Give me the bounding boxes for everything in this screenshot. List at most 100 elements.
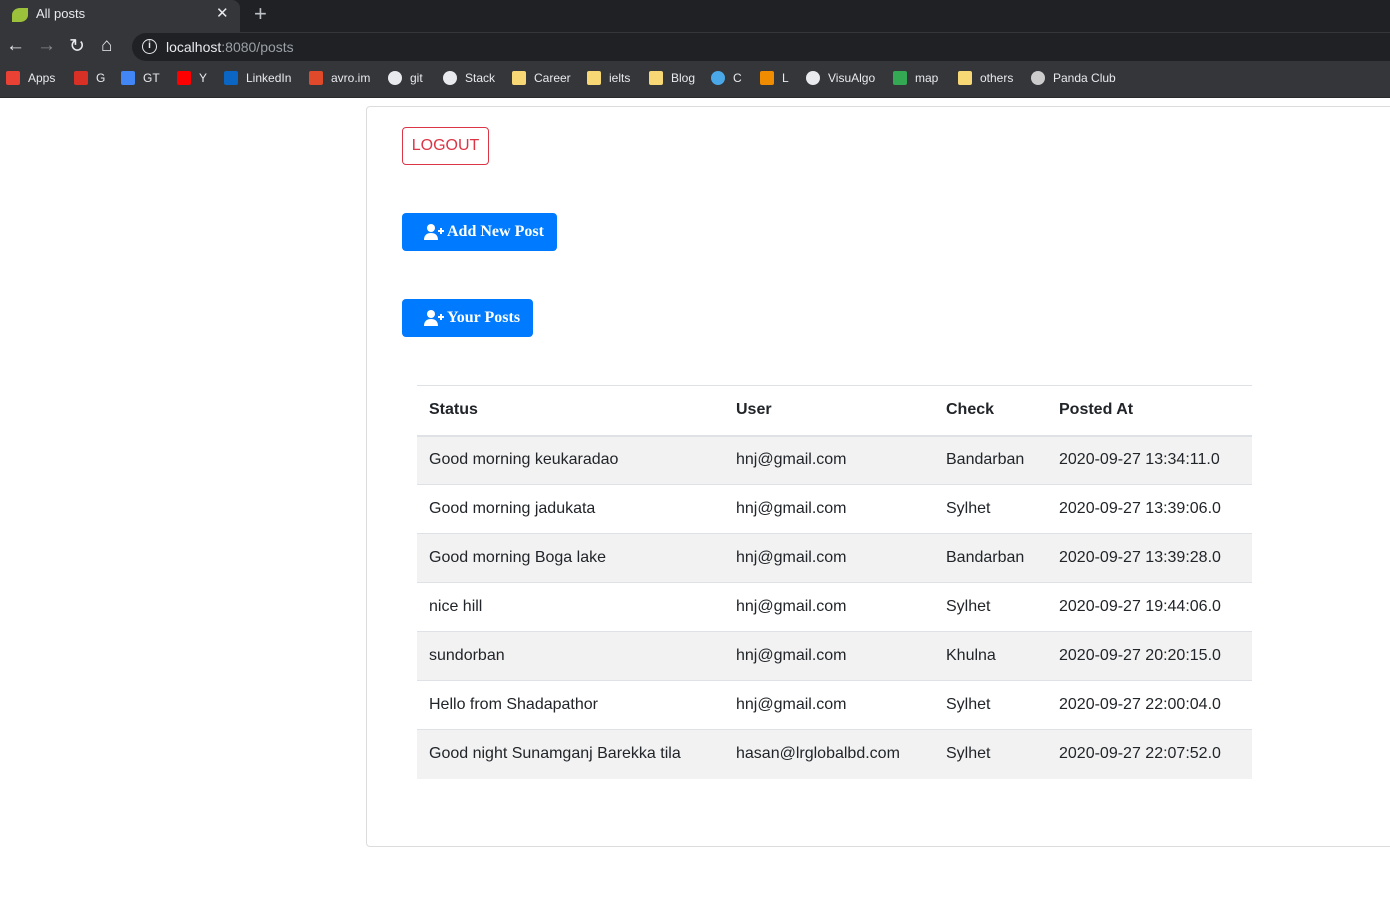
- tab-title: All posts: [36, 6, 86, 21]
- bookmark-label: C: [733, 71, 742, 85]
- cell-user: hasan@lrglobalbd.com: [724, 729, 934, 779]
- url-path: :8080/posts: [221, 39, 294, 55]
- url-host: localhost: [166, 39, 222, 55]
- bookmark-apps[interactable]: Apps: [6, 71, 55, 85]
- cell-user: hnj@gmail.com: [724, 533, 934, 583]
- bookmark-label: Panda Club: [1053, 71, 1116, 85]
- table-row: Good morning keukaradao hnj@gmail.com Band…: [417, 435, 1252, 485]
- cell-status: Good night Sunamganj Barekka tila: [417, 729, 724, 779]
- address-bar[interactable]: i localhost:8080/posts: [132, 33, 1390, 61]
- bookmark-visualgo[interactable]: VisuAlgo: [806, 71, 875, 85]
- bookmark-avro-im[interactable]: avro.im: [309, 71, 370, 85]
- bookmark-gt[interactable]: GT: [121, 71, 160, 85]
- new-tab-icon[interactable]: +: [254, 1, 267, 27]
- bookmark-linkedin[interactable]: LinkedIn: [224, 71, 291, 85]
- cell-check: Bandarban: [934, 435, 1047, 485]
- forward-icon[interactable]: →: [37, 35, 56, 57]
- bookmark-blog[interactable]: Blog: [649, 71, 695, 85]
- add-new-post-label: Add New Post: [447, 223, 544, 240]
- logout-button[interactable]: LOGOUT: [402, 127, 489, 165]
- browser-toolbar: ← → ↻ ⌂ i localhost:8080/posts: [0, 32, 1390, 62]
- gmail-icon: [74, 71, 88, 85]
- avro-icon: [309, 71, 323, 85]
- your-posts-label: Your Posts: [447, 309, 521, 326]
- bookmark-label: avro.im: [331, 71, 371, 85]
- folder-icon: [512, 71, 526, 85]
- bookmark-label: git: [410, 71, 423, 85]
- folder-icon: [649, 71, 663, 85]
- bookmark-map[interactable]: map: [893, 71, 938, 85]
- bookmarks-bar: Apps G GT Y LinkedIn avro.im git Stack Career iel…: [0, 62, 1390, 98]
- cell-status: Good morning Boga lake: [417, 533, 724, 583]
- bookmark-label: LinkedIn: [246, 71, 292, 85]
- table-row: Good morning jadukata hnj@gmail.com Sylhet…: [417, 484, 1252, 534]
- cell-user: hnj@gmail.com: [724, 484, 934, 534]
- cell-user: hnj@gmail.com: [724, 435, 934, 485]
- header-posted-at: Posted At: [1047, 385, 1252, 437]
- table-row: Good morning Boga lake hnj@gmail.com Banda…: [417, 533, 1252, 583]
- bookmark-y[interactable]: Y: [177, 71, 207, 85]
- user-plus-icon: [424, 310, 444, 326]
- table-row: sundorban hnj@gmail.com Khulna 2020-09-27 2…: [417, 631, 1252, 681]
- maps-pin-icon: [893, 71, 907, 85]
- cell-status: Good morning keukaradao: [417, 435, 724, 485]
- header-check: Check: [934, 385, 1047, 437]
- cell-posted-at: 2020-09-27 13:39:06.0: [1047, 484, 1252, 534]
- table-row: Hello from Shadapathor hnj@gmail.com Sylhe…: [417, 680, 1252, 730]
- globe-icon: [806, 71, 820, 85]
- info-icon[interactable]: i: [142, 39, 157, 54]
- tab-all-posts[interactable]: All posts ✕: [0, 0, 240, 32]
- header-user: User: [724, 385, 934, 437]
- cell-check: Sylhet: [934, 484, 1047, 534]
- home-icon[interactable]: ⌂: [101, 35, 112, 57]
- bookmark-c[interactable]: C: [711, 71, 742, 85]
- bookmark-label: Career: [534, 71, 571, 85]
- bookmark-label: Y: [199, 71, 208, 85]
- reload-icon[interactable]: ↻: [69, 35, 85, 58]
- cell-posted-at: 2020-09-27 22:00:04.0: [1047, 680, 1252, 730]
- close-tab-icon[interactable]: ✕: [216, 4, 229, 22]
- linkedin-icon: [224, 71, 238, 85]
- apps-grid-icon: [6, 71, 20, 85]
- bookmark-stack[interactable]: Stack: [443, 71, 495, 85]
- panda-icon: [1031, 71, 1045, 85]
- add-new-post-button[interactable]: Add New Post: [402, 213, 557, 251]
- back-icon[interactable]: ←: [6, 35, 25, 57]
- cell-status: Hello from Shadapathor: [417, 680, 724, 730]
- bookmark-ielts[interactable]: ielts: [587, 71, 630, 85]
- bookmark-label: Stack: [465, 71, 496, 85]
- user-plus-icon: [424, 224, 444, 240]
- cell-status: Good morning jadukata: [417, 484, 724, 534]
- youtube-icon: [177, 71, 191, 85]
- bookmark-panda-club[interactable]: Panda Club: [1031, 71, 1116, 85]
- table-header-row: Status User Check Posted At: [417, 385, 1252, 437]
- cell-posted-at: 2020-09-27 20:20:15.0: [1047, 631, 1252, 681]
- cell-status: sundorban: [417, 631, 724, 681]
- bookmark-label: ielts: [609, 71, 631, 85]
- google-translate-icon: [121, 71, 135, 85]
- bookmark-label: G: [96, 71, 106, 85]
- bookmark-label: VisuAlgo: [828, 71, 876, 85]
- cell-posted-at: 2020-09-27 13:39:28.0: [1047, 533, 1252, 583]
- bookmark-label: Apps: [28, 71, 56, 85]
- cell-user: hnj@gmail.com: [724, 680, 934, 730]
- cell-user: hnj@gmail.com: [724, 631, 934, 681]
- cell-posted-at: 2020-09-27 13:34:11.0: [1047, 435, 1252, 485]
- cell-check: Sylhet: [934, 729, 1047, 779]
- bookmark-career[interactable]: Career: [512, 71, 571, 85]
- github-icon: [388, 71, 402, 85]
- bookmark-label: map: [915, 71, 939, 85]
- bookmark-label: L: [782, 71, 789, 85]
- leetcode-icon: [760, 71, 774, 85]
- bookmark-g[interactable]: G: [74, 71, 105, 85]
- folder-icon: [587, 71, 601, 85]
- cell-check: Khulna: [934, 631, 1047, 681]
- your-posts-button[interactable]: Your Posts: [402, 299, 533, 337]
- bookmark-l[interactable]: L: [760, 71, 789, 85]
- bookmark-label: GT: [143, 71, 160, 85]
- cell-status: nice hill: [417, 582, 724, 632]
- table-row: Good night Sunamganj Barekka tila hasan@l…: [417, 729, 1252, 779]
- cell-check: Sylhet: [934, 680, 1047, 730]
- bookmark-others[interactable]: others: [958, 71, 1013, 85]
- bookmark-git[interactable]: git: [388, 71, 423, 85]
